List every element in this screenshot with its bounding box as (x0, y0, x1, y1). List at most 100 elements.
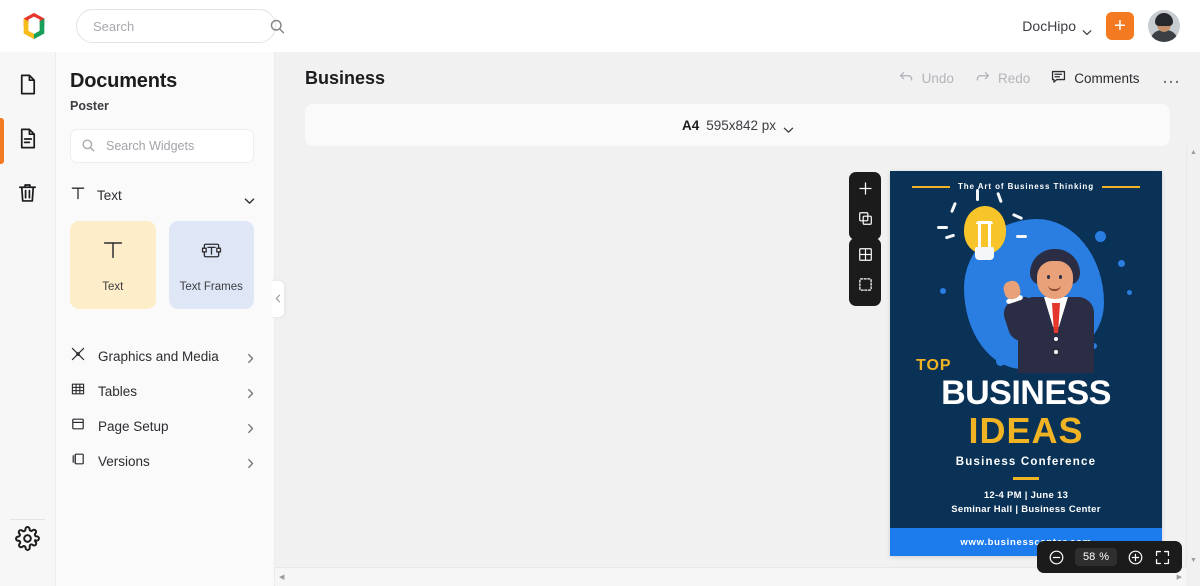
bulb-base (975, 247, 994, 260)
plus-circle-icon[interactable] (1127, 549, 1144, 566)
poster-canvas[interactable]: The Art of Business Thinking (890, 171, 1162, 556)
dochipo-logo-icon (19, 11, 49, 41)
bulb-ray (945, 234, 955, 240)
more-horizontal-icon[interactable]: … (1160, 67, 1183, 89)
dochipo-editor: DocHipo + (0, 0, 1200, 586)
poster-detail-1: 12-4 PM | June 13 (890, 490, 1162, 501)
chevron-right-icon (247, 351, 254, 362)
zoom-percent: 58 (1083, 551, 1095, 563)
page-size-selector[interactable]: A4 595x842 px (305, 104, 1170, 146)
brand-label: DocHipo (1022, 18, 1076, 34)
poster-detail-2: Seminar Hall | Business Center (890, 504, 1162, 515)
bulb-ray (950, 202, 957, 213)
graphics-media-icon (70, 346, 86, 367)
chevron-down-icon (1082, 23, 1092, 30)
redo-button[interactable]: Redo (974, 68, 1030, 88)
triangle-down-icon[interactable]: ▼ (1190, 557, 1197, 564)
canvas-area[interactable]: The Art of Business Thinking (275, 146, 1200, 586)
zoom-unit: % (1099, 551, 1109, 563)
search-input[interactable] (93, 19, 269, 34)
vertical-scrollbar[interactable]: ▲ ▼ (1186, 146, 1200, 567)
undo-arrow-icon (898, 68, 915, 88)
poster-dot (996, 357, 1005, 366)
create-new-button[interactable]: + (1106, 12, 1134, 40)
rail-item-settings[interactable] (0, 514, 55, 568)
bulb-ray (1016, 235, 1027, 238)
widget-search-input[interactable] (106, 139, 267, 153)
rail-item-trash[interactable] (0, 168, 56, 222)
text-frame-icon (199, 238, 224, 268)
widget-search[interactable] (70, 129, 254, 163)
duplicate-page-button[interactable] (854, 210, 876, 232)
zoom-value[interactable]: 58 % (1075, 548, 1117, 566)
suit-button (1054, 337, 1058, 341)
body: Documents Poster Text (0, 52, 1200, 586)
search-icon (81, 138, 98, 155)
triangle-left-icon[interactable]: ◀ (279, 573, 284, 581)
copy-pages-icon (857, 210, 874, 232)
redo-arrow-icon (974, 68, 991, 88)
chevron-right-icon (247, 386, 254, 397)
poster-dot (940, 288, 946, 294)
page-size-name: A4 (682, 118, 699, 133)
plus-icon (857, 180, 874, 202)
minus-circle-icon[interactable] (1048, 549, 1065, 566)
menu-item-page-setup[interactable]: Page Setup (70, 409, 254, 444)
page-title: Documents (70, 70, 254, 93)
page-tools-primary (849, 172, 881, 240)
rail-item-my-documents[interactable] (0, 114, 56, 168)
avatar[interactable] (1148, 10, 1180, 42)
businessman-illustration (1006, 249, 1110, 373)
top-bar: DocHipo + (0, 0, 1200, 52)
person-face (1037, 261, 1073, 299)
kicker-rule-left (912, 186, 950, 188)
icon-rail (0, 52, 56, 586)
menu-item-label: Graphics and Media (98, 349, 235, 364)
bulb-ray (996, 192, 1003, 203)
poster-headline-1: BUSINESS (890, 376, 1162, 410)
menu-item-graphics-and-media[interactable]: Graphics and Media (70, 339, 254, 374)
gear-icon (15, 526, 40, 556)
person-eye (1059, 275, 1062, 279)
poster-subtitle: Business Conference (890, 456, 1162, 468)
chevron-right-icon (247, 456, 254, 467)
menu-item-versions[interactable]: Versions (70, 444, 254, 479)
triangle-up-icon[interactable]: ▲ (1190, 149, 1197, 156)
text-t-icon (100, 237, 126, 268)
rail-item-blank-document[interactable] (0, 60, 56, 114)
menu-item-tables[interactable]: Tables (70, 374, 254, 409)
widget-card-label: Text Frames (180, 281, 243, 293)
brand-menu[interactable]: DocHipo (1022, 18, 1092, 34)
comments-button[interactable]: Comments (1050, 68, 1139, 88)
add-page-button[interactable] (854, 180, 876, 202)
panel-collapse-handle[interactable] (272, 280, 285, 318)
undo-button[interactable]: Undo (898, 68, 954, 88)
bulb-filament (976, 221, 993, 224)
avatar-hair (1155, 13, 1173, 26)
grid-view-button[interactable] (854, 246, 876, 268)
comment-bubble-icon (1050, 68, 1067, 88)
versions-icon (70, 451, 86, 472)
global-search[interactable] (76, 9, 276, 43)
poster-eyebrow: TOP (916, 357, 952, 375)
select-area-button[interactable] (854, 276, 876, 298)
bulb-ray (1012, 213, 1023, 220)
section-text[interactable]: Text (70, 185, 254, 206)
page-setup-icon (70, 416, 86, 437)
widget-card-text-frames[interactable]: Text Frames (169, 221, 255, 309)
page-tools-secondary (849, 238, 881, 306)
document-title: Business (305, 68, 385, 89)
chevron-down-icon (244, 192, 254, 199)
text-t-icon (70, 185, 86, 206)
triangle-right-icon[interactable]: ▶ (1177, 573, 1182, 581)
rail-bottom (0, 514, 55, 586)
grid-icon (857, 246, 874, 268)
app-logo[interactable] (14, 11, 54, 41)
poster-dot (1095, 231, 1106, 242)
fullscreen-icon[interactable] (1154, 549, 1171, 566)
page-size-dimensions: 595x842 px (706, 118, 776, 133)
redo-label: Redo (998, 71, 1030, 86)
widget-card-label: Text (102, 281, 123, 293)
widget-card-text[interactable]: Text (70, 221, 156, 309)
menu-item-label: Tables (98, 384, 235, 399)
